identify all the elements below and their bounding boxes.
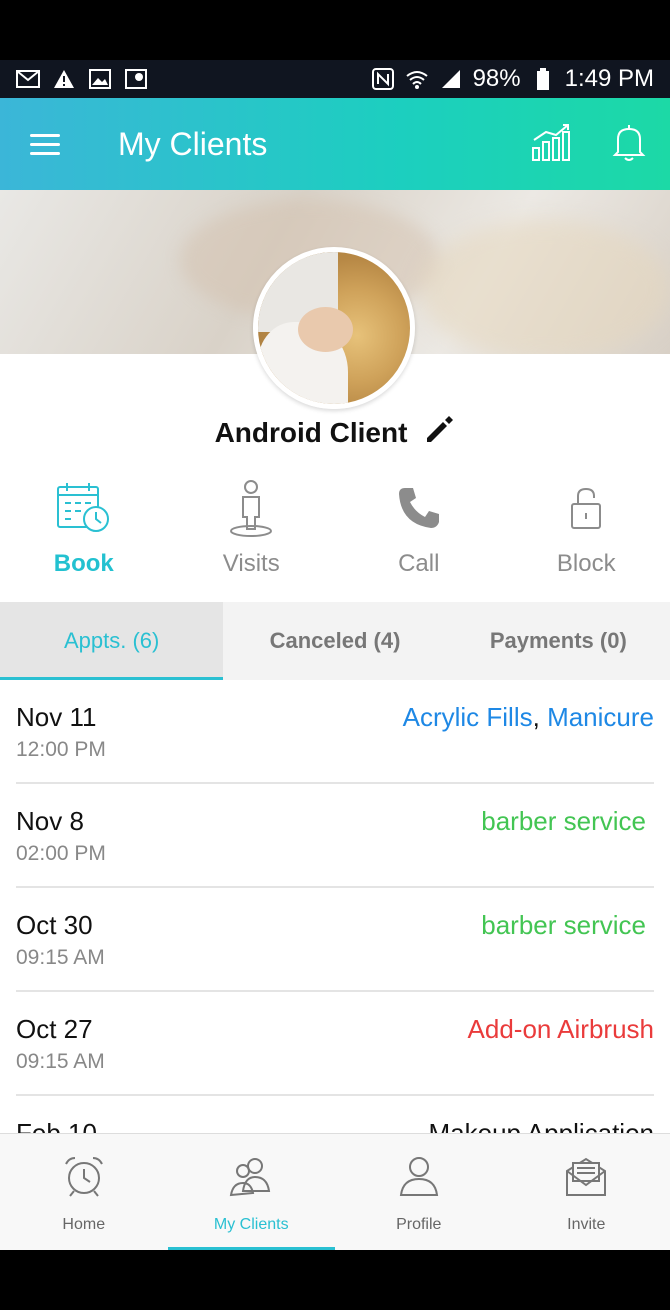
- top-black-bar: [0, 0, 670, 60]
- status-bar: 98% 1:49 PM: [0, 60, 670, 98]
- clients-icon: [229, 1154, 273, 1198]
- client-actions: Book Visits Call Block: [0, 478, 670, 588]
- nav-profile-label: Profile: [396, 1216, 442, 1233]
- appointment-time: 09:15 AM: [16, 946, 105, 969]
- list-item[interactable]: Oct 27 09:15 AM Add-on Airbrush: [16, 992, 654, 1096]
- nav-profile[interactable]: Profile: [335, 1134, 503, 1250]
- block-action[interactable]: Block: [503, 478, 670, 588]
- nav-invite-label: Invite: [567, 1216, 606, 1233]
- phone-icon: [397, 478, 441, 538]
- nav-home[interactable]: Home: [0, 1134, 168, 1250]
- service-name: Add-on Airbrush: [467, 1014, 654, 1044]
- appointment-tabs: Appts. (6) Canceled (4) Payments (0): [0, 602, 670, 680]
- warning-notification-icon: [52, 68, 76, 90]
- screen: 98% 1:49 PM My Clients Android Client Bo…: [0, 0, 670, 1310]
- appointment-date: Feb 10: [16, 1118, 97, 1134]
- appointment-date: Nov 11: [16, 702, 97, 732]
- list-item[interactable]: Nov 11 12:00 PM Acrylic Fills, Manicure: [16, 680, 654, 784]
- avatar[interactable]: [253, 247, 415, 409]
- appointment-date: Nov 8: [16, 806, 84, 836]
- notification-bell-icon[interactable]: [612, 122, 646, 167]
- appointment-time: 09:15 AM: [16, 1050, 105, 1073]
- visits-person-icon: [229, 478, 273, 538]
- service-name: Makeup Application: [428, 1118, 654, 1134]
- client-name: Android Client: [214, 417, 408, 448]
- invite-envelope-icon: [565, 1154, 607, 1198]
- service-name: barber service: [481, 910, 646, 940]
- call-label: Call: [398, 550, 440, 577]
- app-bar: My Clients: [0, 98, 670, 190]
- bottom-black-bar: [0, 1250, 670, 1310]
- edit-pencil-icon[interactable]: [423, 414, 455, 453]
- appointment-time: 12:00 PM: [16, 738, 106, 761]
- service-name[interactable]: Manicure: [547, 702, 654, 732]
- image-notification-icon: [88, 68, 112, 90]
- location-notification-icon: [124, 68, 148, 90]
- unlock-padlock-icon: [569, 478, 603, 538]
- list-item[interactable]: Nov 8 02:00 PM barber service: [16, 784, 654, 888]
- call-action[interactable]: Call: [335, 478, 503, 588]
- signal-icon: [439, 68, 463, 90]
- nav-my-clients[interactable]: My Clients: [167, 1134, 336, 1250]
- alarm-clock-icon: [63, 1154, 105, 1198]
- calendar-clock-icon: [56, 478, 112, 538]
- nav-home-label: Home: [62, 1216, 106, 1233]
- appointment-date: Oct 27: [16, 1014, 93, 1044]
- visits-label: Visits: [222, 550, 280, 577]
- stats-chart-icon[interactable]: [530, 122, 572, 167]
- tab-payments[interactable]: Payments (0): [447, 602, 670, 680]
- wifi-icon: [405, 68, 429, 90]
- appointment-services: Acrylic Fills, Manicure: [402, 702, 654, 732]
- nfc-icon: [371, 68, 395, 90]
- profile-icon: [398, 1154, 440, 1198]
- nav-invite[interactable]: Invite: [503, 1134, 670, 1250]
- battery-percentage: 98%: [472, 65, 521, 92]
- gmail-notification-icon: [16, 68, 40, 90]
- battery-icon: [531, 68, 555, 90]
- client-name-row: Android Client: [0, 410, 670, 456]
- bottom-navigation: Home My Clients Profile Invite: [0, 1133, 670, 1250]
- service-name: barber service: [481, 806, 646, 836]
- visits-action[interactable]: Visits: [168, 478, 336, 588]
- tab-appointments[interactable]: Appts. (6): [0, 602, 224, 680]
- service-name[interactable]: Acrylic Fills: [403, 702, 533, 732]
- book-action[interactable]: Book: [0, 478, 168, 588]
- page-title: My Clients: [118, 125, 268, 162]
- clock-time: 1:49 PM: [564, 65, 654, 92]
- menu-icon[interactable]: [30, 128, 90, 161]
- appointment-list: Nov 11 12:00 PM Acrylic Fills, Manicure …: [0, 680, 670, 1134]
- list-item[interactable]: Feb 10 Makeup Application: [16, 1096, 654, 1134]
- block-label: Block: [556, 550, 616, 577]
- appointment-time: 02:00 PM: [16, 842, 106, 865]
- book-label: Book: [53, 550, 114, 577]
- list-item[interactable]: Oct 30 09:15 AM barber service: [16, 888, 654, 992]
- tab-canceled[interactable]: Canceled (4): [223, 602, 446, 680]
- nav-my-clients-label: My Clients: [213, 1216, 289, 1233]
- appointment-date: Oct 30: [16, 910, 93, 940]
